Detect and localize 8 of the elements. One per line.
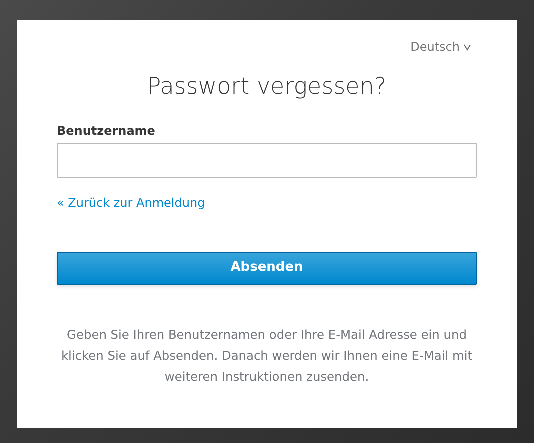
submit-button[interactable]: Absenden xyxy=(57,252,477,285)
field-label: Benutzername xyxy=(57,122,156,140)
page-title: Passwort vergessen? xyxy=(146,74,388,102)
instructions-text: Geben Sie Ihren Benutzernamen oder Ihre E-Mail Adresse ein und klicken Sie auf Absenden. Danach werden wir Ihnen eine E-Mail mit weiteren Instruktionen zusenden. xyxy=(60,326,474,386)
language-dropdown[interactable]: Deutsch xyxy=(410,38,471,56)
back-link[interactable]: « Zurück zur Anmeldung xyxy=(57,194,206,212)
caret-icon xyxy=(464,44,471,50)
username-field[interactable] xyxy=(57,142,477,178)
